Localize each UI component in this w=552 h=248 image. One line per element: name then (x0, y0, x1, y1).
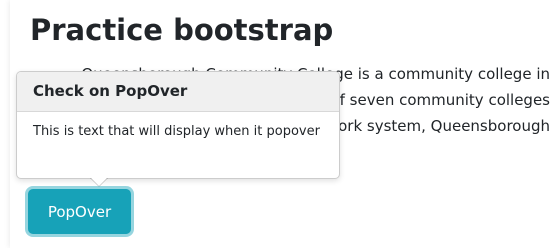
popover-button[interactable]: PopOver (28, 189, 131, 234)
popover-body: This is text that will display when it p… (33, 124, 320, 139)
popover: Check on PopOver This is text that will … (16, 71, 340, 187)
page-title: Practice bootstrap (30, 13, 334, 47)
popover-header: Check on PopOver (17, 72, 339, 112)
popover-arrow-fill (91, 178, 107, 186)
